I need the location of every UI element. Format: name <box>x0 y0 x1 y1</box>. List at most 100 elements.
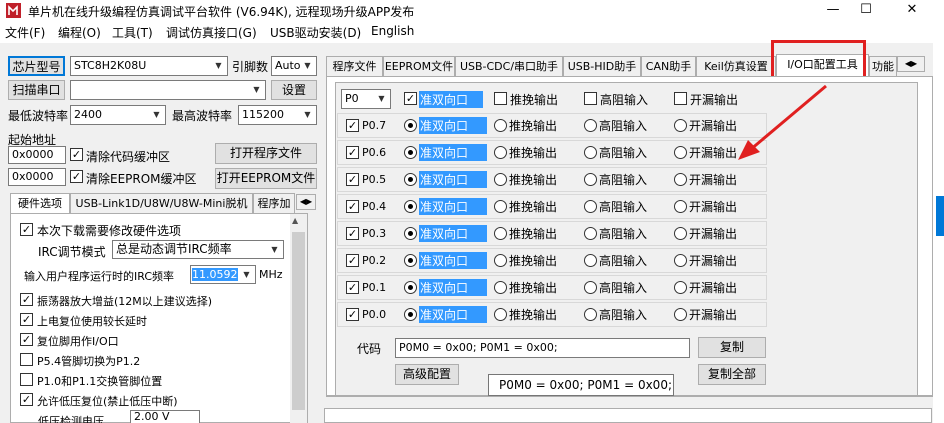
code-output-field[interactable]: P0M0 = 0x00; P0M1 = 0x00; <box>395 338 690 358</box>
menu-debug[interactable]: 调试仿真接口(G) <box>166 24 257 41</box>
open-eeprom-file-button[interactable]: 打开EEPROM文件 <box>215 168 317 189</box>
tab-program-add[interactable]: 程序加 <box>253 193 295 213</box>
tab-hardware-options[interactable]: 硬件选项 <box>10 193 70 213</box>
tab-usb-cdc[interactable]: USB-CDC/串口助手 <box>455 56 563 76</box>
pin-mode-radio[interactable] <box>404 119 417 132</box>
pin-enable-checkbox[interactable]: ✓ <box>346 254 359 267</box>
pin-mode-radio[interactable] <box>494 173 507 186</box>
pin-mode-radio[interactable] <box>494 308 507 321</box>
tab-keil[interactable]: Keil仿真设置 <box>696 56 776 76</box>
pin-mode-label: 推挽输出 <box>509 227 558 241</box>
close-button[interactable]: ✕ <box>889 0 935 21</box>
menu-program[interactable]: 编程(O) <box>58 24 101 41</box>
tab-usb-link[interactable]: USB-Link1D/U8W/U8W-Mini脱机 <box>70 193 253 213</box>
chip-model-select[interactable]: STC8H2K08U ▼ <box>70 56 228 76</box>
pin-mode-radio[interactable] <box>584 173 597 186</box>
p54-checkbox[interactable] <box>20 353 33 366</box>
pin-count-select[interactable]: Auto ▼ <box>271 56 317 76</box>
pin-mode-radio[interactable] <box>674 173 687 186</box>
lv-reset-checkbox[interactable]: ✓ <box>20 393 33 406</box>
scroll-up-icon[interactable]: ▲ <box>292 216 298 225</box>
pin-mode-radio[interactable] <box>404 227 417 240</box>
pin-mode-radio[interactable] <box>404 173 417 186</box>
lv-detect-select[interactable]: 2.00 V <box>130 410 200 423</box>
clear-code-checkbox[interactable]: ✓ <box>70 148 83 161</box>
pin-mode-radio[interactable] <box>674 308 687 321</box>
pin-enable-checkbox[interactable]: ✓ <box>346 146 359 159</box>
pin-enable-checkbox[interactable]: ✓ <box>346 227 359 240</box>
p10-swap-checkbox[interactable] <box>20 373 33 386</box>
tab-scroll-arrows[interactable]: ◀▶ <box>296 194 316 210</box>
long-reset-checkbox[interactable]: ✓ <box>20 313 33 326</box>
pin-mode-radio[interactable] <box>584 227 597 240</box>
pin-enable-checkbox[interactable]: ✓ <box>346 173 359 186</box>
pin-mode-radio[interactable] <box>584 308 597 321</box>
min-baud-select[interactable]: 2400 ▼ <box>70 105 166 125</box>
pin-mode-radio[interactable] <box>494 227 507 240</box>
pin-mode-radio[interactable] <box>674 146 687 159</box>
pin-mode-radio[interactable] <box>584 254 597 267</box>
pin-mode-radio[interactable] <box>494 146 507 159</box>
tab-function[interactable]: 功能 <box>869 56 897 76</box>
tab-can[interactable]: CAN助手 <box>641 56 696 76</box>
settings-button[interactable]: 设置 <box>271 80 317 100</box>
port-select-dropdown[interactable]: P0 ▼ <box>341 89 391 109</box>
pin-enable-checkbox[interactable]: ✓ <box>346 119 359 132</box>
pin-mode-radio[interactable] <box>584 200 597 213</box>
pin-mode-radio[interactable] <box>404 254 417 267</box>
pin-mode-radio[interactable] <box>674 200 687 213</box>
pin-mode-radio[interactable] <box>494 281 507 294</box>
pin-mode-radio[interactable] <box>404 281 417 294</box>
clear-eeprom-checkbox[interactable]: ✓ <box>70 170 83 183</box>
max-baud-select[interactable]: 115200 ▼ <box>238 105 317 125</box>
header-highz-checkbox[interactable] <box>584 92 597 105</box>
eeprom-address-input[interactable]: 0x0000 <box>8 168 66 186</box>
pin-mode-radio[interactable] <box>584 119 597 132</box>
pin-mode-radio[interactable] <box>674 119 687 132</box>
tab-eeprom-file[interactable]: EEPROM文件 <box>383 56 455 76</box>
app-icon <box>6 3 21 18</box>
code-address-input[interactable]: 0x0000 <box>8 146 66 164</box>
right-tab-scroll-arrows[interactable]: ◀▶ <box>897 56 925 72</box>
header-opendrain-checkbox[interactable] <box>674 92 687 105</box>
pin-mode-radio[interactable] <box>584 281 597 294</box>
pin-enable-checkbox[interactable]: ✓ <box>346 200 359 213</box>
reset-io-label: 复位脚用作I/O口 <box>37 335 119 348</box>
irc-mode-select[interactable]: 总是动态调节IRC频率 ▼ <box>112 240 284 259</box>
irc-freq-select[interactable]: 11.0592 ▼ <box>190 265 256 284</box>
osc-gain-checkbox[interactable]: ✓ <box>20 293 33 306</box>
maximize-button[interactable]: ☐ <box>843 0 889 21</box>
tab-program-file[interactable]: 程序文件 <box>326 56 383 76</box>
pin-mode-radio[interactable] <box>404 308 417 321</box>
copy-all-button[interactable]: 复制全部 <box>698 364 766 385</box>
reset-io-checkbox[interactable]: ✓ <box>20 333 33 346</box>
pin-mode-radio[interactable] <box>494 200 507 213</box>
menu-english[interactable]: English <box>371 24 414 38</box>
menu-usb-driver[interactable]: USB驱动安装(D) <box>270 24 361 41</box>
menu-tools[interactable]: 工具(T) <box>112 24 153 41</box>
pin-enable-checkbox[interactable]: ✓ <box>346 281 359 294</box>
pin-mode-radio[interactable] <box>674 227 687 240</box>
pin-mode-radio[interactable] <box>674 254 687 267</box>
advanced-config-button[interactable]: 高级配置 <box>395 364 459 385</box>
chevron-down-icon: ▼ <box>378 94 385 103</box>
tab-usb-hid[interactable]: USB-HID助手 <box>563 56 641 76</box>
pin-mode-radio[interactable] <box>494 254 507 267</box>
pin-mode-radio[interactable] <box>494 119 507 132</box>
chip-model-button[interactable]: 芯片型号 <box>8 56 65 76</box>
pin-mode-radio[interactable] <box>404 200 417 213</box>
open-program-file-button[interactable]: 打开程序文件 <box>215 143 317 164</box>
header-quasi-checkbox[interactable]: ✓ <box>404 92 417 105</box>
pin-mode-radio[interactable] <box>584 146 597 159</box>
menu-file[interactable]: 文件(F) <box>5 24 45 41</box>
scroll-thumb[interactable] <box>292 232 305 410</box>
port-select[interactable]: ▼ <box>70 80 266 100</box>
header-pushpull-checkbox[interactable] <box>494 92 507 105</box>
options-scrollbar[interactable]: ▲ <box>290 214 307 423</box>
copy-button[interactable]: 复制 <box>698 337 766 358</box>
pin-mode-radio[interactable] <box>674 281 687 294</box>
scan-port-button[interactable]: 扫描串口 <box>8 80 65 100</box>
pin-enable-checkbox[interactable]: ✓ <box>346 308 359 321</box>
pin-mode-radio[interactable] <box>404 146 417 159</box>
download-modify-checkbox[interactable]: ✓ <box>20 223 33 236</box>
